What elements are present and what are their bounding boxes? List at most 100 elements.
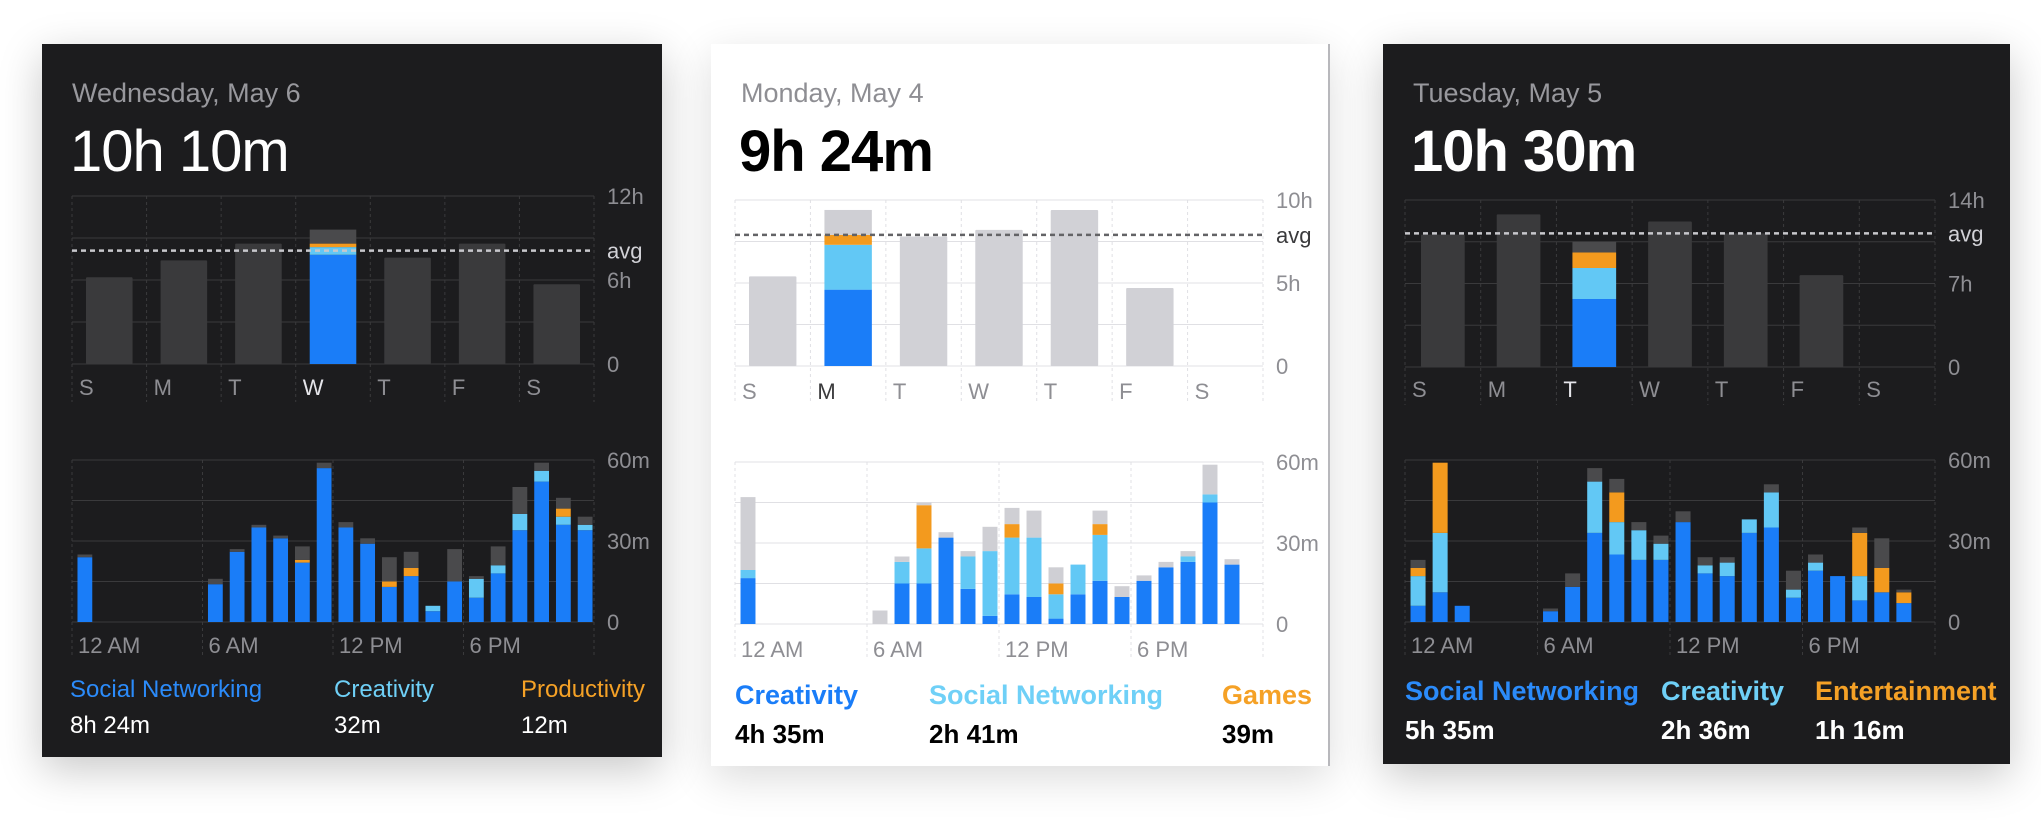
hourly-bar-segment-social-networking: [1785, 597, 1801, 622]
screen-time-card-tuesday: Tuesday, May 5 10h 30m S M T W T F Savg 14h 7h 0 …: [1383, 44, 2010, 764]
hourly-bar-segment-other: [916, 502, 932, 506]
hourly-bar-segment-social-networking: [1026, 597, 1042, 624]
hourly-bar-segment-social-networking: [1609, 554, 1625, 622]
hourly-bar-segment-creativity: [1432, 532, 1448, 593]
hourly-bar-segment-social-networking: [1202, 502, 1218, 624]
y-tick-label: 60m: [1948, 448, 1991, 473]
hourly-bar-segment-productivity: [403, 568, 419, 577]
hour-tick-label: 6 AM: [209, 633, 259, 658]
hourly-bar-segment-other: [229, 549, 245, 552]
hourly-bar-segment-other: [894, 556, 910, 562]
hourly-bar-segment-creativity: [1741, 519, 1757, 533]
hourly-bar-segment-productivity: [555, 508, 571, 517]
legend-social-networking: Social Networking 2h 41m: [929, 680, 1163, 750]
hourly-bar-segment-other: [1543, 608, 1559, 612]
legend-creativity: Creativity 4h 35m: [735, 680, 858, 750]
legend-category-label: Games: [1222, 680, 1313, 710]
hourly-bar-segment-social-networking: [1741, 532, 1757, 622]
hourly-bar-segment-social-networking: [251, 527, 267, 622]
hourly-bar-segment-social-networking: [1224, 564, 1240, 624]
hourly-bar-segment-social-networking: [1158, 567, 1174, 624]
hourly-bar-segment-other: [1180, 551, 1196, 557]
hourly-bar-segment-other: [1114, 586, 1130, 597]
hourly-bar-segment-other: [1136, 575, 1152, 581]
hourly-bar-segment-other: [403, 551, 419, 568]
legend-time-value: 5h 35m: [1405, 715, 1495, 745]
hourly-bar-segment-social-networking: [294, 562, 310, 622]
hourly-bar-segment-social-networking: [938, 537, 954, 624]
hourly-bar-segment-creativity: [960, 556, 976, 589]
hourly-bar-segment-creativity: [894, 561, 910, 584]
hourly-bar-segment-social-networking: [1719, 576, 1735, 622]
hourly-bar-segment-social-networking: [740, 578, 756, 624]
hourly-bar-segment-creativity: [1697, 565, 1713, 574]
hourly-bar-segment-social-networking: [1454, 605, 1470, 622]
hourly-bar-segment-social-networking: [490, 573, 506, 622]
hourly-bar-segment-creativity: [1808, 562, 1824, 571]
y-tick-label: 60m: [1276, 450, 1319, 475]
legend-time-value: 1h 16m: [1815, 715, 1905, 745]
legend-category-label: Social Networking: [929, 680, 1164, 710]
hour-tick-label: 12 AM: [1411, 633, 1473, 658]
hourly-bar-segment-social-networking: [1675, 522, 1691, 622]
hourly-bar-segment-productivity: [381, 581, 397, 587]
hourly-bar-segment-creativity: [740, 570, 756, 579]
hourly-bar-segment-creativity: [1070, 564, 1086, 595]
hourly-bar-chart[interactable]: 12 AM 6 AM 12 PM 6 PM 60m 30m 0: [711, 44, 1328, 766]
hourly-bar-segment-social-networking: [1543, 611, 1559, 622]
hourly-bar-segment-social-networking: [447, 581, 463, 622]
hourly-bar-segment-other: [251, 524, 267, 528]
legend-time-value: 2h 36m: [1661, 715, 1751, 745]
hourly-bar-segment-creativity: [425, 605, 441, 612]
hourly-bar-segment-creativity: [916, 548, 932, 584]
hourly-bar-segment-other: [77, 554, 93, 558]
hourly-bar-segment-other: [1719, 557, 1735, 563]
hourly-bar-segment-social-networking: [425, 611, 441, 622]
hourly-bar-segment-other: [1785, 570, 1801, 590]
hourly-bar-segment-social-networking: [1763, 527, 1779, 622]
hourly-bar-segment-other: [512, 487, 528, 514]
hourly-bar-segment-other: [1896, 589, 1912, 593]
hourly-bar-segment-other: [1852, 527, 1868, 533]
hourly-bar-segment-entertainment: [1609, 492, 1625, 523]
hourly-bar-segment-social-networking: [1070, 594, 1086, 624]
hourly-bar-segment-other: [1609, 478, 1625, 493]
hourly-bar-segment-other: [294, 546, 310, 560]
hourly-bar-segment-creativity: [1719, 562, 1735, 577]
legend-category-label: Creativity: [1661, 676, 1785, 706]
hourly-bar-segment-social-networking: [338, 527, 354, 622]
hourly-bar-segment-social-networking: [316, 468, 332, 622]
hourly-bar-segment-social-networking: [1565, 586, 1581, 622]
hourly-bar-segment-creativity: [982, 551, 998, 616]
hourly-bar-segment-social-networking: [1114, 597, 1130, 624]
hour-tick-label: 12 AM: [78, 633, 140, 658]
hourly-bar-segment-creativity: [1410, 576, 1426, 606]
hourly-bar-segment-other: [1224, 559, 1240, 565]
hourly-bar-segment-social-networking: [555, 524, 571, 622]
hourly-bar-segment-creativity: [1004, 537, 1020, 595]
hourly-bar-segment-social-networking: [577, 530, 593, 622]
hourly-bar-segment-social-networking: [1092, 580, 1108, 624]
hourly-bar-segment-other: [1874, 538, 1890, 568]
hourly-bar-segment-social-networking: [534, 481, 550, 622]
hourly-bar-chart[interactable]: 12 AM 6 AM 12 PM 6 PM 60m 30m 0: [1383, 44, 2010, 764]
hourly-bar-segment-creativity: [1092, 534, 1108, 581]
hourly-bar-segment-other: [1653, 535, 1669, 544]
hourly-bar-segment-games: [1092, 524, 1108, 535]
hourly-bar-chart[interactable]: 12 AM 6 AM 12 PM 6 PM 60m 30m 0: [42, 44, 662, 757]
hourly-bar-segment-creativity: [1048, 594, 1064, 619]
hourly-bar-segment-other: [1675, 511, 1691, 523]
y-tick-label: 30m: [1276, 531, 1319, 556]
hourly-bar-segment-other: [468, 576, 484, 579]
hourly-bar-segment-creativity: [1202, 494, 1218, 503]
legend-entertainment: Entertainment 1h 16m: [1815, 676, 1997, 746]
hourly-bar-segment-social-networking: [360, 543, 376, 622]
hourly-bar-segment-social-networking: [1830, 576, 1846, 622]
hourly-bar-segment-creativity: [1631, 530, 1647, 560]
hourly-bar-segment-other: [1565, 573, 1581, 587]
hourly-bar-segment-social-networking: [1587, 532, 1603, 622]
hourly-bar-segment-other: [1048, 567, 1064, 584]
hourly-bar-segment-social-networking: [960, 588, 976, 624]
hourly-bar-segment-creativity: [1852, 576, 1868, 601]
legend-category-label: Productivity: [521, 676, 646, 703]
